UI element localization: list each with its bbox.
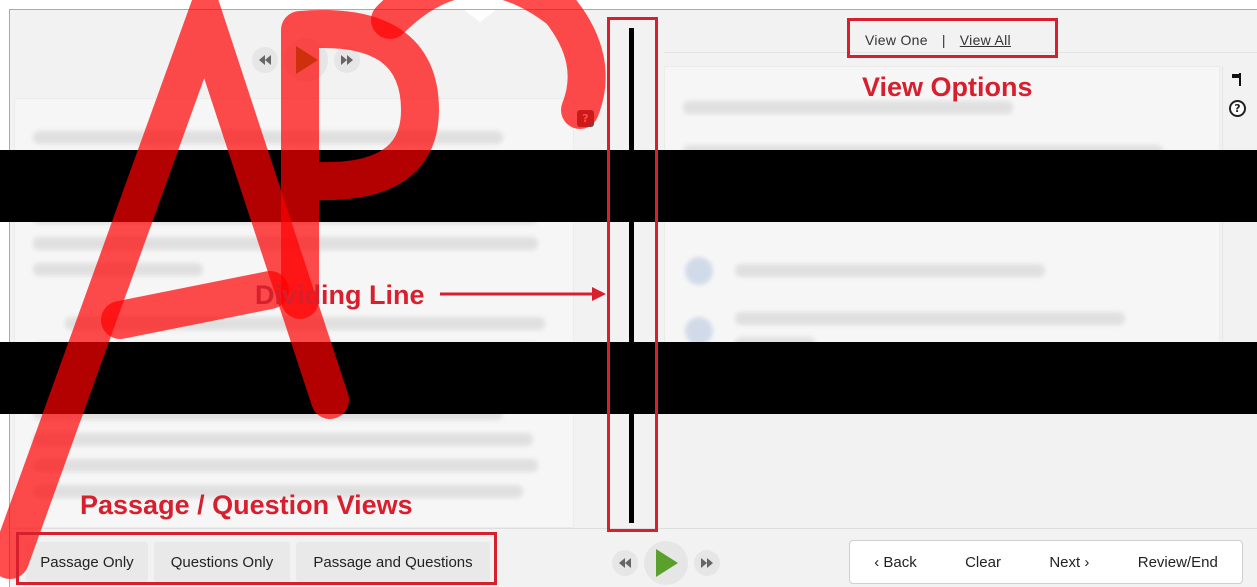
blurred-text [735, 264, 1045, 277]
fast-forward-icon[interactable] [334, 47, 360, 73]
fast-forward-icon[interactable] [694, 550, 720, 576]
view-options-annotation: View Options [862, 72, 1033, 102]
blurred-text [33, 131, 503, 144]
back-button[interactable]: ‹ Back [874, 554, 917, 571]
dividing-line-highlight [607, 17, 658, 532]
review-end-button[interactable]: Review/End [1138, 554, 1218, 571]
question-audio-controls [612, 541, 720, 585]
top-notch [464, 10, 496, 22]
help-glyph: ? [582, 112, 589, 125]
dividing-line-annotation: Dividing Line [255, 280, 425, 310]
blurred-text [33, 237, 538, 250]
arrow-icon [440, 287, 606, 301]
blurred-text [33, 459, 538, 472]
blurred-text [735, 312, 1125, 325]
rewind-icon[interactable] [612, 550, 638, 576]
passage-audio-controls [252, 38, 360, 82]
blurred-text [65, 317, 545, 330]
next-button[interactable]: Next › [1049, 554, 1089, 571]
clear-button[interactable]: Clear [965, 554, 1001, 571]
blurred-text [33, 433, 533, 446]
answer-radio[interactable] [685, 257, 713, 285]
flag-icon[interactable] [1230, 72, 1244, 86]
answer-radio[interactable] [685, 317, 713, 345]
view-options-highlight [847, 18, 1058, 58]
rewind-icon[interactable] [252, 47, 278, 73]
blurred-text [33, 263, 203, 276]
view-buttons-highlight [16, 532, 497, 585]
passage-views-annotation: Passage / Question Views [80, 490, 413, 520]
play-icon[interactable] [284, 38, 328, 82]
help-icon[interactable]: ? [577, 110, 594, 127]
help-glyph: ? [1234, 102, 1241, 115]
play-icon[interactable] [644, 541, 688, 585]
help-icon[interactable]: ? [1229, 100, 1246, 117]
navigation-buttons: ‹ Back Clear Next › Review/End [849, 540, 1243, 584]
